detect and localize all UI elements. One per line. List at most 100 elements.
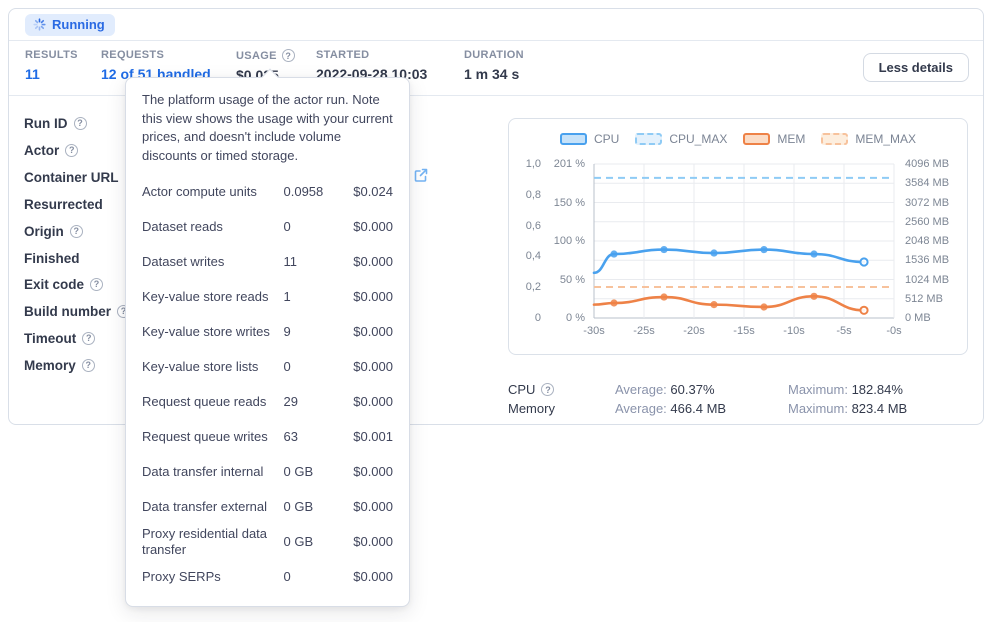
status-badge: Running: [25, 14, 115, 36]
usage-row-price: $0.001: [353, 429, 393, 444]
usage-row-quantity: 0: [284, 219, 354, 234]
usage-row-quantity: 11: [284, 254, 354, 269]
usage-row-label: Actor compute units: [142, 184, 284, 200]
y-axis-mb-label: 512 MB: [905, 293, 961, 305]
usage-row-price: $0.000: [353, 569, 393, 584]
usage-row-quantity: 1: [284, 289, 354, 304]
usage-row-price: $0.000: [353, 499, 393, 514]
y-axis-cu-label: 0,4: [517, 250, 541, 262]
resource-usage-chart-card: CPUCPU_MAXMEMMEM_MAX 1,00,80,60,40,20201…: [508, 118, 968, 355]
usage-row-label: Key-value store lists: [142, 359, 284, 375]
memory-average-label: Average:: [615, 401, 667, 416]
field-row-actor: Actor?: [24, 142, 78, 158]
data-point-mem: [860, 307, 867, 314]
chart-plot-area: [594, 164, 894, 318]
legend-item-mem_max[interactable]: MEM_MAX: [821, 132, 916, 146]
help-icon[interactable]: ?: [70, 225, 83, 238]
field-row-memory: Memory?: [24, 357, 95, 373]
usage-row: Request queue writes63$0.001: [142, 419, 393, 454]
usage-row-label: Proxy residential data transfer: [142, 526, 284, 559]
field-label: Actor: [24, 143, 59, 158]
x-axis-label: -10s: [774, 325, 814, 337]
x-axis-label: -20s: [674, 325, 714, 337]
y-axis-mb-label: 3072 MB: [905, 197, 961, 209]
legend-item-cpu_max[interactable]: CPU_MAX: [635, 132, 727, 146]
cpu-average-value: 60.37%: [670, 382, 714, 397]
usage-row-quantity: 0.0958: [284, 184, 354, 199]
usage-row-price: $0.000: [353, 289, 393, 304]
usage-row-quantity: 0 GB: [284, 499, 354, 514]
legend-item-mem[interactable]: MEM: [743, 132, 805, 146]
help-icon[interactable]: ?: [82, 359, 95, 372]
y-axis-cu-label: 0,2: [517, 281, 541, 293]
help-icon[interactable]: ?: [74, 117, 87, 130]
help-icon[interactable]: ?: [82, 332, 95, 345]
cpu-help-icon[interactable]: ?: [541, 383, 554, 396]
x-axis-label: -5s: [824, 325, 864, 337]
data-point-cpu: [610, 250, 617, 257]
usage-row-label: Proxy SERPs: [142, 569, 284, 585]
cpu-average-label: Average:: [615, 382, 667, 397]
stat-results-value[interactable]: 11: [25, 66, 78, 82]
usage-row-label: Request queue writes: [142, 429, 284, 445]
usage-help-icon[interactable]: ?: [282, 49, 295, 62]
status-row: Running: [9, 9, 983, 41]
legend-label: MEM: [777, 132, 805, 146]
stat-duration-value: 1 m 34 s: [464, 66, 524, 82]
usage-row: Proxy residential data transfer0 GB$0.00…: [142, 524, 393, 559]
data-point-cpu: [710, 249, 717, 256]
legend-swatch: [821, 133, 848, 145]
legend-item-cpu[interactable]: CPU: [560, 132, 619, 146]
help-icon[interactable]: ?: [65, 144, 78, 157]
field-row-resurrected: Resurrected: [24, 196, 103, 212]
field-label: Finished: [24, 251, 80, 266]
usage-row-price: $0.000: [353, 324, 393, 339]
usage-row-price: $0.024: [353, 184, 393, 199]
data-point-mem: [760, 303, 767, 310]
y-axis-mb-label: 1024 MB: [905, 274, 961, 286]
usage-row: Key-value store reads1$0.000: [142, 279, 393, 314]
field-label: Origin: [24, 224, 64, 239]
field-row-run-id: Run ID?: [24, 115, 87, 131]
y-axis-cu-label: 0,6: [517, 220, 541, 232]
usage-row-price: $0.000: [353, 464, 393, 479]
field-label: Build number: [24, 304, 111, 319]
help-icon[interactable]: ?: [90, 278, 103, 291]
data-point-cpu: [860, 258, 867, 265]
x-axis-label: -25s: [624, 325, 664, 337]
y-axis-percent-label: 50 %: [547, 274, 585, 286]
usage-row-label: Dataset writes: [142, 254, 284, 270]
usage-row: Actor compute units0.0958$0.024: [142, 174, 393, 209]
legend-label: MEM_MAX: [855, 132, 916, 146]
stat-results: RESULTS 11: [25, 49, 78, 82]
usage-row: Key-value store writes9$0.000: [142, 314, 393, 349]
usage-row: Request queue reads29$0.000: [142, 384, 393, 419]
usage-row-quantity: 63: [284, 429, 354, 444]
memory-maximum-value: 823.4 MB: [852, 401, 908, 416]
y-axis-mb-label: 0 MB: [905, 312, 961, 324]
memory-usage-stats: Memory Average: 466.4 MB Maximum: 823.4 …: [508, 401, 968, 416]
usage-row: Dataset reads0$0.000: [142, 209, 393, 244]
y-axis-cu-label: 0,8: [517, 189, 541, 201]
usage-row: Key-value store lists0$0.000: [142, 349, 393, 384]
y-axis-mb-label: 2048 MB: [905, 235, 961, 247]
chart-canvas: [594, 164, 894, 318]
x-axis-label: -30s: [574, 325, 614, 337]
tooltip-description: The platform usage of the actor run. Not…: [142, 91, 393, 165]
usage-row-label: Dataset reads: [142, 219, 284, 235]
stat-requests-label: REQUESTS: [101, 49, 211, 61]
field-label: Run ID: [24, 116, 68, 131]
tooltip-rows: Actor compute units0.0958$0.024Dataset r…: [142, 174, 393, 594]
stat-duration-label: DURATION: [464, 49, 524, 61]
less-details-button[interactable]: Less details: [863, 53, 969, 82]
memory-average-value: 466.4 MB: [670, 401, 726, 416]
external-link-icon[interactable]: [413, 167, 429, 183]
y-axis-percent-label: 150 %: [547, 197, 585, 209]
y-axis-mb-label: 3584 MB: [905, 177, 961, 189]
x-axis-label: -0s: [874, 325, 914, 337]
data-point-cpu: [810, 250, 817, 257]
cpu-usage-stats: CPU ? Average: 60.37% Maximum: 182.84%: [508, 382, 968, 397]
data-point-mem: [660, 293, 667, 300]
field-label: Resurrected: [24, 197, 103, 212]
usage-row-quantity: 0 GB: [284, 534, 354, 549]
